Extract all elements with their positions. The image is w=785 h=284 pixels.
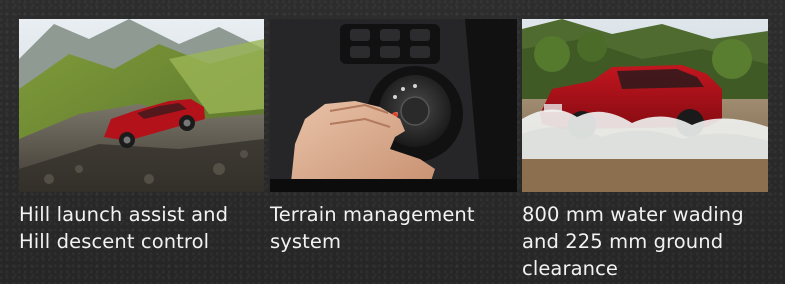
hill-climb-photo — [19, 19, 264, 192]
feature-terrain-management: Terrain management system — [270, 19, 517, 255]
feature-caption: Terrain management system — [270, 203, 475, 253]
feature-caption: Hill launch assist and Hill descent cont… — [19, 203, 229, 253]
feature-caption: 800 mm water wading and 225 mm ground cl… — [522, 203, 744, 280]
feature-panel: Hill launch assist and Hill descent cont… — [0, 0, 785, 284]
feature-water-wading: 800 mm water wading and 225 mm ground cl… — [522, 19, 768, 282]
water-wading-photo — [522, 19, 768, 192]
feature-hill-assist: Hill launch assist and Hill descent cont… — [19, 19, 264, 255]
terrain-dial-photo — [270, 19, 517, 192]
